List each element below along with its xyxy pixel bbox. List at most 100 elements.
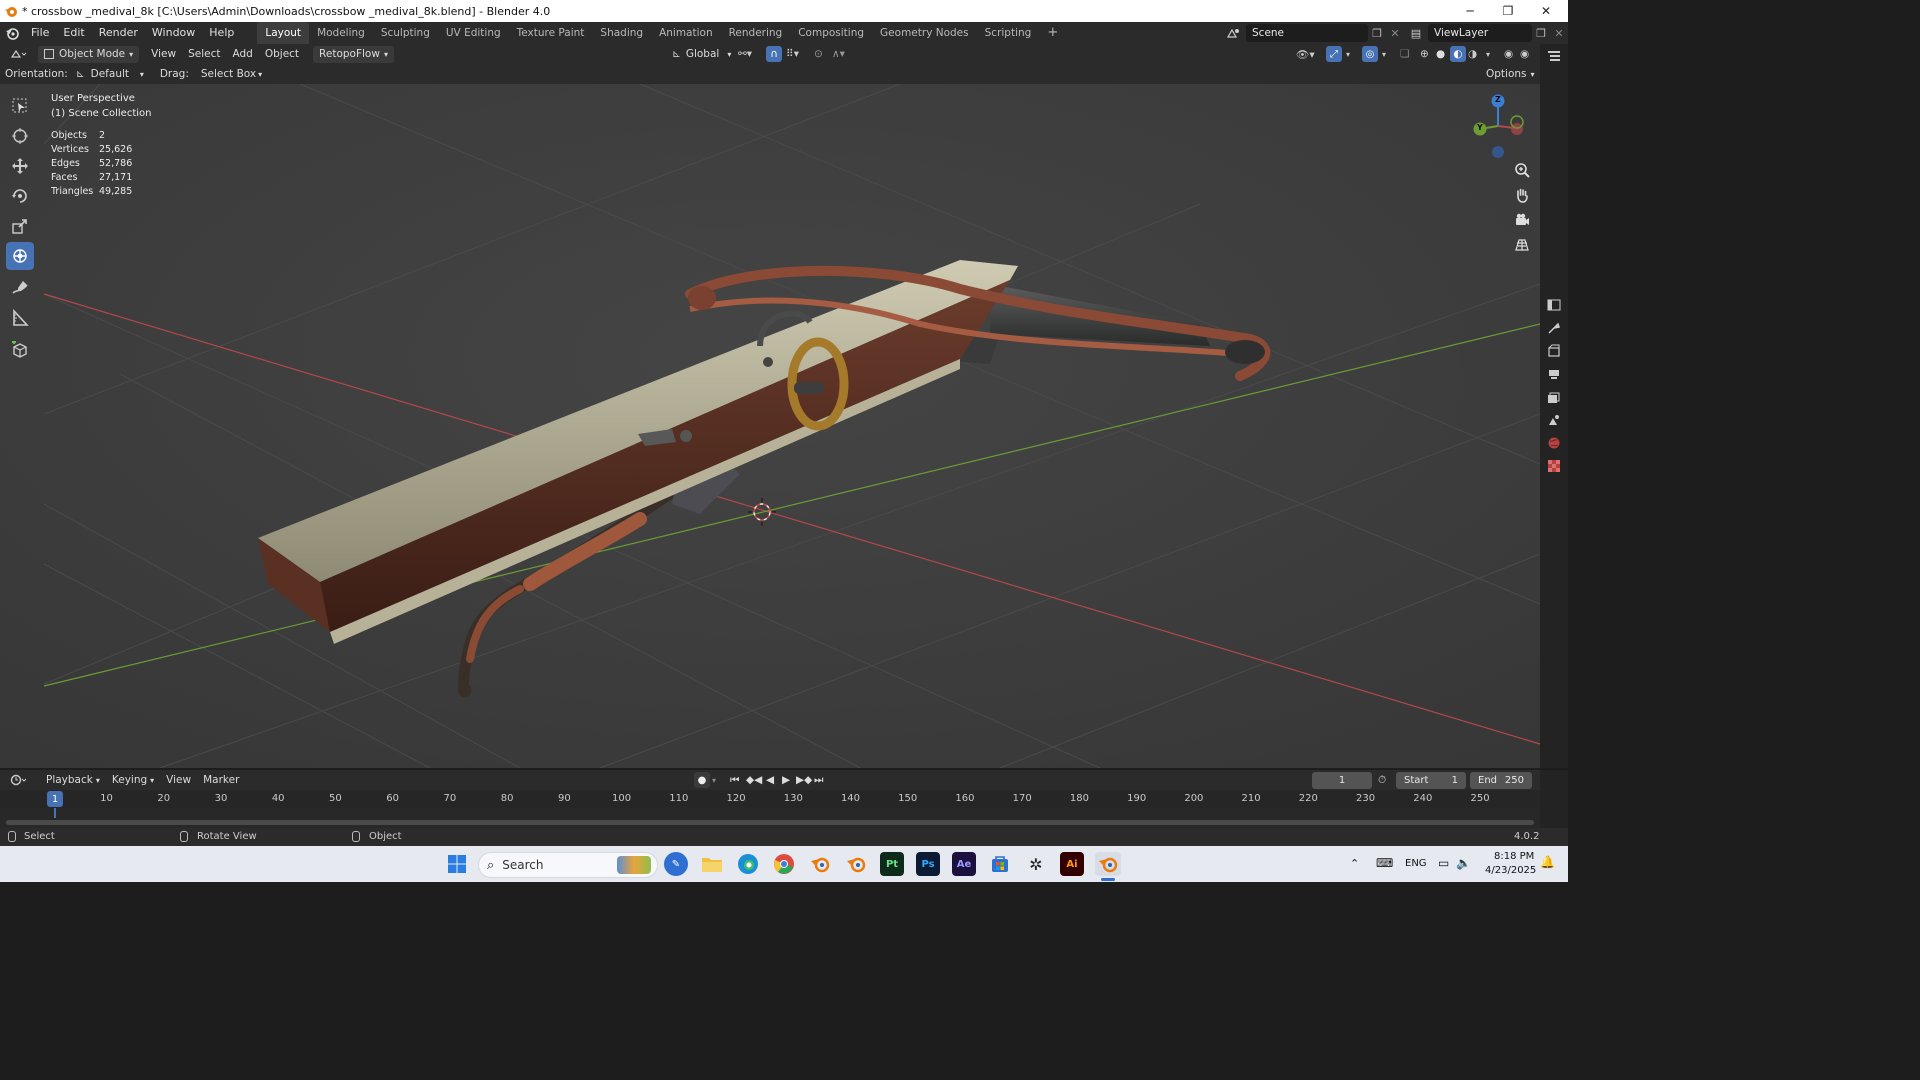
delete-scene-icon[interactable]: ✕ <box>1386 27 1404 40</box>
tab-scripting[interactable]: Scripting <box>977 22 1040 44</box>
grid-ortho-icon[interactable] <box>1510 233 1534 257</box>
taskbar-search[interactable]: ⌕ Search <box>478 852 658 878</box>
camera-icon[interactable] <box>1510 208 1534 232</box>
jump-start-icon[interactable]: ⏮ <box>730 774 739 787</box>
volume-icon[interactable]: 🔈 <box>1456 856 1471 870</box>
blender-logo-icon[interactable] <box>0 22 24 44</box>
annotate-tool-icon[interactable] <box>6 274 34 302</box>
drag-dropdown[interactable]: Select Box ▾ <box>195 66 268 83</box>
clock-date[interactable]: 4/23/2025 <box>1485 865 1536 876</box>
measure-tool-icon[interactable] <box>6 304 34 332</box>
timeline-scrollbar[interactable] <box>6 820 1534 825</box>
add-cube-tool-icon[interactable] <box>6 336 34 364</box>
new-viewlayer-icon[interactable]: ❐ <box>1532 27 1550 40</box>
menu-help[interactable]: Help <box>202 22 241 44</box>
snap-target-icon[interactable]: ⠿▾ <box>786 48 799 60</box>
play-icon[interactable]: ▶ <box>782 774 790 786</box>
select-box-tool-icon[interactable] <box>6 92 34 120</box>
add-workspace-button[interactable]: + <box>1039 22 1066 44</box>
tool-properties-icon[interactable] <box>1540 316 1568 339</box>
tab-uv-editing[interactable]: UV Editing <box>438 22 509 44</box>
transform-orientation-dropdown[interactable]: ⊾ Global ▾ <box>666 46 737 63</box>
new-scene-icon[interactable]: ❐ <box>1368 27 1386 40</box>
preview-range-icon[interactable]: ⏱ <box>1378 774 1386 787</box>
tab-sculpting[interactable]: Sculpting <box>373 22 438 44</box>
play-reverse-icon[interactable]: ◀ <box>766 774 774 786</box>
tab-rendering[interactable]: Rendering <box>721 22 791 44</box>
render-region-icon[interactable]: ◉ <box>1504 48 1513 60</box>
scene-properties-icon[interactable] <box>1540 408 1568 431</box>
menu-playback[interactable]: Playback ▾ <box>40 772 106 789</box>
scale-tool-icon[interactable] <box>6 212 34 240</box>
microsoft-store-icon[interactable] <box>988 852 1012 876</box>
copilot-app-icon[interactable]: ✎ <box>664 852 688 876</box>
file-explorer-icon[interactable] <box>700 852 724 876</box>
illustrator-icon[interactable]: Ai <box>1060 852 1084 876</box>
tab-geometry-nodes[interactable]: Geometry Nodes <box>872 22 977 44</box>
object-mode-dropdown[interactable]: Object Mode ▾ <box>38 45 140 63</box>
menu-edit[interactable]: Edit <box>56 22 91 44</box>
tab-texture-paint[interactable]: Texture Paint <box>509 22 593 44</box>
scene-name-field[interactable]: Scene <box>1246 24 1368 42</box>
auto-keying-icon[interactable]: ● <box>694 772 710 788</box>
rotate-tool-icon[interactable] <box>6 182 34 210</box>
timeline-ruler[interactable]: 1 10 20 30 40 50 60 70 80 90 100 110 120 130 140 150 16… <box>0 790 1540 808</box>
output-properties-icon[interactable] <box>1540 362 1568 385</box>
maximize-button[interactable]: ❐ <box>1489 0 1527 22</box>
current-frame-field[interactable]: 1 <box>1312 771 1372 789</box>
tray-overflow-icon[interactable]: ⌃ <box>1350 857 1359 870</box>
viewlayer-icon[interactable]: ▤ <box>1404 27 1428 40</box>
properties-editor-icon[interactable] <box>1540 293 1568 316</box>
pivot-point-icon[interactable]: ⚯▾ <box>738 48 752 60</box>
menu-select[interactable]: Select <box>182 48 226 60</box>
end-frame-field[interactable]: End 250 <box>1470 771 1532 789</box>
blender-active-taskbar-icon[interactable] <box>1095 852 1121 876</box>
chrome-browser-icon[interactable] <box>772 852 796 876</box>
menu-marker[interactable]: Marker <box>197 772 245 789</box>
edge-browser-icon[interactable] <box>736 852 760 876</box>
menu-keying[interactable]: Keying ▾ <box>106 772 160 789</box>
minimize-button[interactable]: ─ <box>1451 0 1489 22</box>
xray-toggle-icon[interactable]: ❏ <box>1400 48 1409 60</box>
zoom-icon[interactable] <box>1510 158 1534 182</box>
photoshop-icon[interactable]: Ps <box>916 852 940 876</box>
proportional-edit-icon[interactable]: ⊙ <box>814 48 823 60</box>
render-properties-icon[interactable] <box>1540 339 1568 362</box>
3d-viewport[interactable]: Z Y User Perspective (1) Scene Collectio… <box>0 84 1540 768</box>
visibility-icon[interactable]: 👁▾ <box>1296 48 1315 61</box>
clock-time[interactable]: 8:18 PM <box>1494 851 1534 862</box>
notification-icon[interactable]: 🔔 <box>1540 855 1555 869</box>
blender-taskbar-icon-1[interactable] <box>808 852 832 876</box>
view-layer-properties-icon[interactable] <box>1540 385 1568 408</box>
tab-shading[interactable]: Shading <box>592 22 651 44</box>
menu-file[interactable]: File <box>24 22 56 44</box>
language-indicator[interactable]: ENG <box>1405 858 1427 869</box>
solid-shading-icon[interactable]: ● <box>1436 48 1445 60</box>
start-frame-field[interactable]: Start 1 <box>1396 771 1466 789</box>
timeline-editor-type-icon[interactable] <box>4 772 36 789</box>
blender-taskbar-icon-2[interactable] <box>844 852 868 876</box>
tab-modeling[interactable]: Modeling <box>309 22 373 44</box>
tab-layout[interactable]: Layout <box>257 22 310 44</box>
jump-end-icon[interactable]: ⏭ <box>814 774 823 787</box>
transform-tool-icon[interactable] <box>6 242 34 270</box>
rendered-shading-icon[interactable]: ◑ <box>1468 48 1477 60</box>
camera-view-icon[interactable]: ◉ <box>1520 48 1529 60</box>
cursor-tool-icon[interactable] <box>6 122 34 150</box>
texture-properties-icon[interactable] <box>1540 454 1568 477</box>
falloff-icon[interactable]: ∧▾ <box>832 48 845 60</box>
menu-object[interactable]: Object <box>259 48 305 60</box>
pan-hand-icon[interactable] <box>1510 183 1534 207</box>
menu-view[interactable]: View <box>145 48 182 60</box>
substance-painter-icon[interactable]: Pt <box>880 852 904 876</box>
overlay-toggle-icon[interactable]: ◎ <box>1362 46 1378 62</box>
retopoflow-dropdown[interactable]: RetopoFlow ▾ <box>313 45 394 63</box>
shading-dropdown-icon[interactable]: ▾ <box>1486 50 1490 59</box>
playhead[interactable]: 1 <box>47 791 63 807</box>
jump-prev-keyframe-icon[interactable]: ◆◀ <box>746 774 762 786</box>
gizmo-toggle-icon[interactable]: ⤢ <box>1326 46 1342 62</box>
world-properties-icon[interactable] <box>1540 431 1568 454</box>
viewlayer-name-field[interactable]: ViewLayer <box>1428 24 1532 42</box>
move-tool-icon[interactable] <box>6 152 34 180</box>
timeline-track-area[interactable] <box>0 808 1540 828</box>
